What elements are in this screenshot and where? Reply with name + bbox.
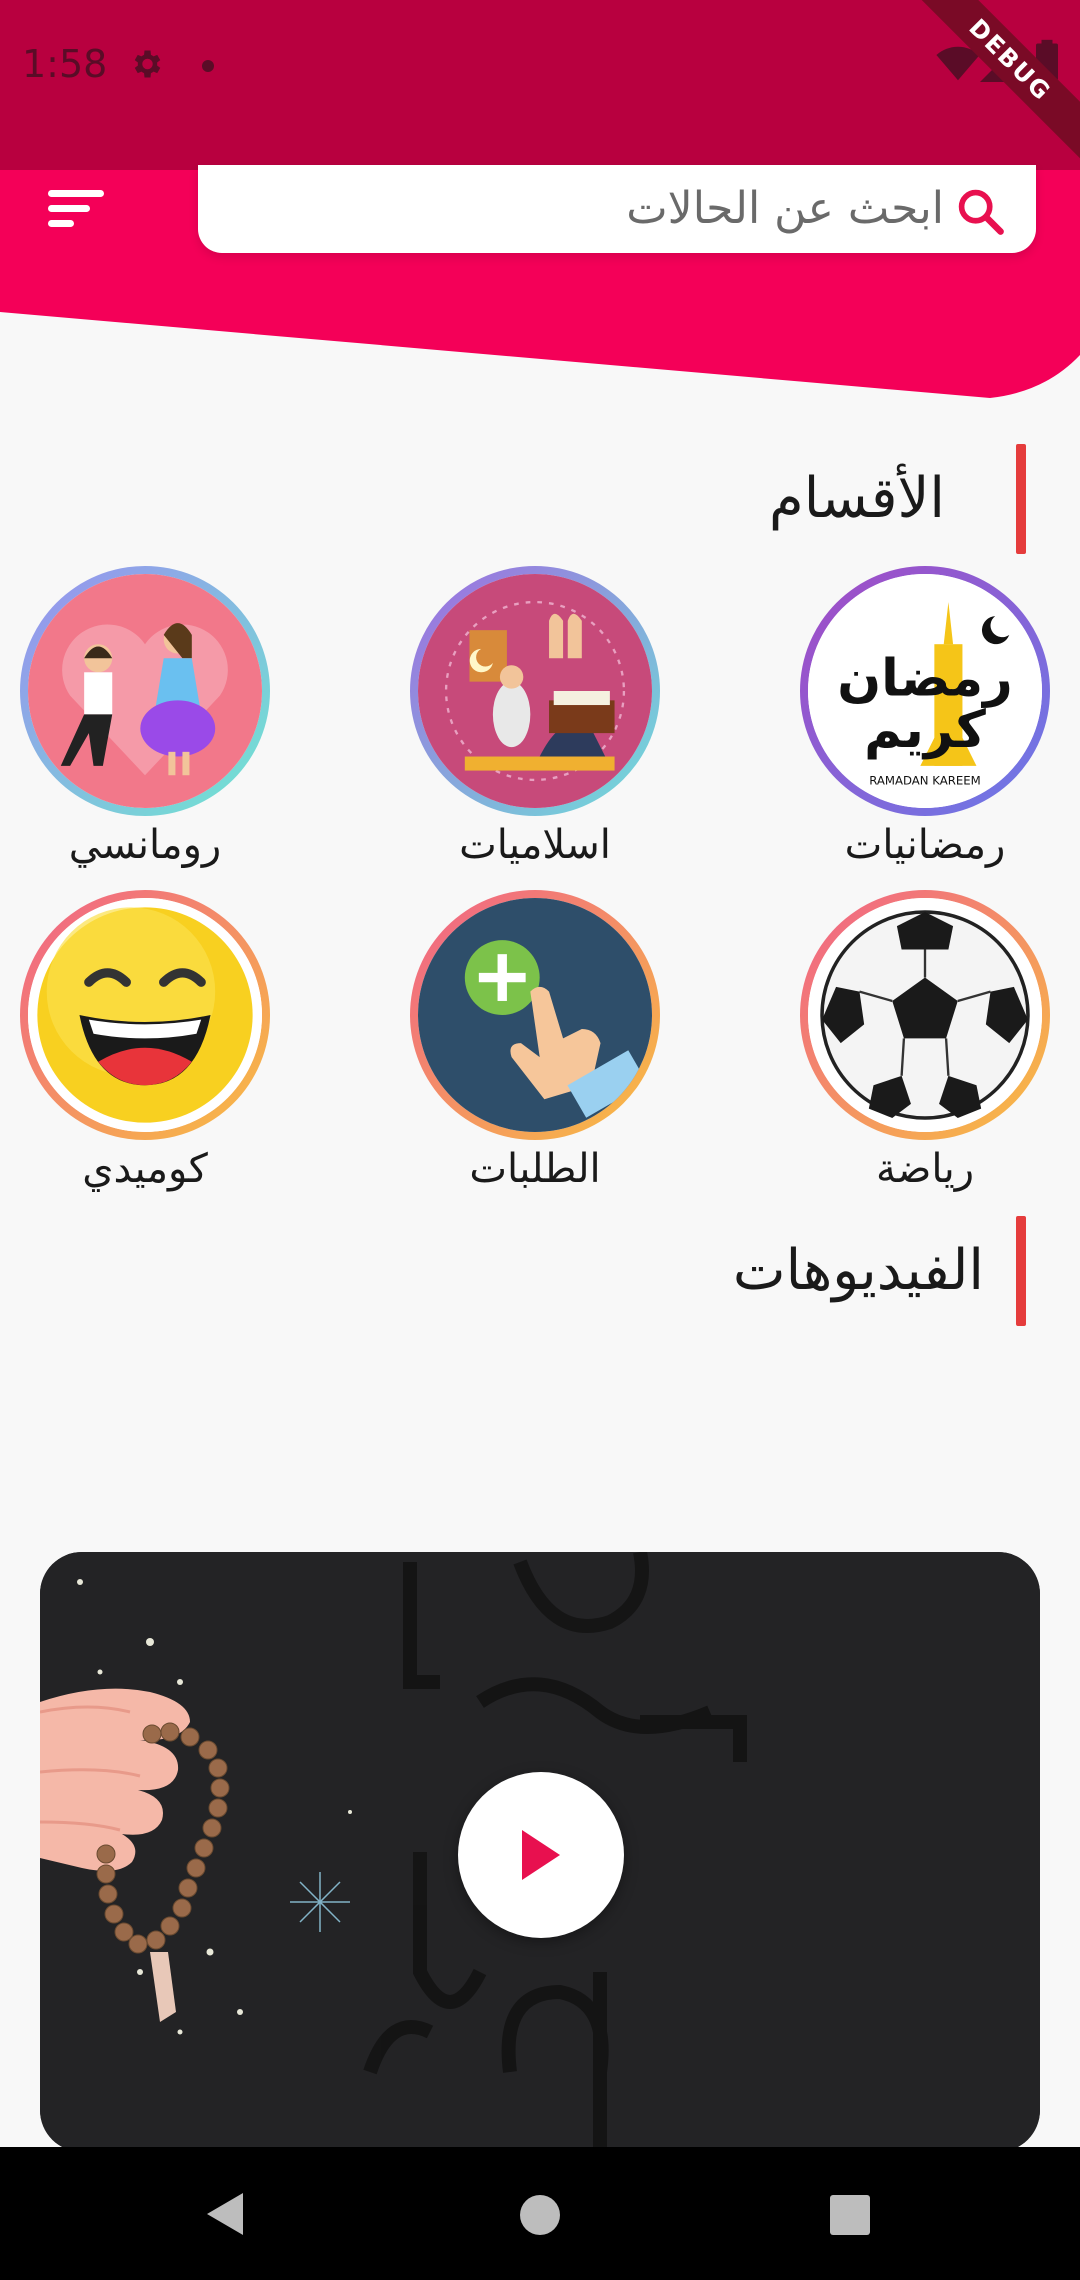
svg-text:RAMADAN KAREEM: RAMADAN KAREEM — [869, 774, 980, 788]
back-icon[interactable] — [205, 2191, 245, 2237]
svg-text:كريم: كريم — [864, 700, 986, 760]
play-icon — [522, 1830, 560, 1880]
category-romance-label: رومانسي — [68, 822, 222, 868]
menu-icon[interactable] — [48, 188, 108, 232]
category-requests[interactable]: الطلبات — [410, 890, 660, 1210]
laughing-emoji-icon — [28, 898, 262, 1132]
category-sports-frame — [800, 890, 1050, 1140]
video-card[interactable] — [40, 1552, 1040, 2152]
category-romance-frame — [20, 566, 270, 816]
category-islamic[interactable]: اسلاميات — [410, 566, 660, 886]
category-comedy-label: كوميدي — [82, 1146, 208, 1192]
status-bar: 1:58 DEBUG — [0, 0, 1080, 170]
search-input[interactable]: ابحث عن الحالات — [626, 183, 944, 234]
soccer-ball-icon — [808, 898, 1042, 1132]
ramadan-kareem-icon: رمضان كريم RAMADAN KAREEM — [808, 574, 1042, 808]
category-islamic-label: اسلاميات — [459, 822, 611, 868]
category-islamic-frame — [410, 566, 660, 816]
search-icon[interactable] — [954, 185, 1006, 237]
category-sports[interactable]: رياضة — [800, 890, 1050, 1210]
category-ramadan-label: رمضانيات — [844, 822, 1006, 868]
add-request-icon — [418, 898, 652, 1132]
category-ramadan-frame: رمضان كريم RAMADAN KAREEM — [800, 566, 1050, 816]
videos-title: الفيديوهات — [732, 1238, 984, 1303]
categories-title-accent — [1016, 444, 1026, 554]
recent-apps-icon[interactable] — [830, 2195, 870, 2235]
romance-couple-icon — [28, 574, 262, 808]
category-comedy[interactable]: كوميدي — [20, 890, 270, 1210]
status-time: 1:58 — [22, 42, 108, 86]
category-requests-label: الطلبات — [469, 1146, 601, 1192]
play-button[interactable] — [458, 1772, 624, 1938]
notification-dot-icon — [202, 60, 214, 72]
app-root: 1:58 DEBUG ابحث عن الحالات الأقسام رمضان… — [0, 0, 1080, 2280]
videos-title-accent — [1016, 1216, 1026, 1326]
settings-gear-icon — [134, 50, 161, 78]
category-comedy-frame — [20, 890, 270, 1140]
categories-title: الأقسام — [769, 466, 945, 531]
category-ramadan[interactable]: رمضان كريم RAMADAN KAREEM رمضانيات — [800, 566, 1050, 886]
category-romance[interactable]: رومانسي — [20, 566, 270, 886]
islamic-prayer-icon — [418, 574, 652, 808]
category-sports-label: رياضة — [875, 1146, 975, 1192]
category-requests-frame — [410, 890, 660, 1140]
search-bar[interactable]: ابحث عن الحالات — [198, 165, 1036, 253]
home-icon[interactable] — [520, 2195, 560, 2235]
system-nav-bar — [0, 2147, 1080, 2280]
debug-banner: DEBUG — [903, 0, 1080, 167]
